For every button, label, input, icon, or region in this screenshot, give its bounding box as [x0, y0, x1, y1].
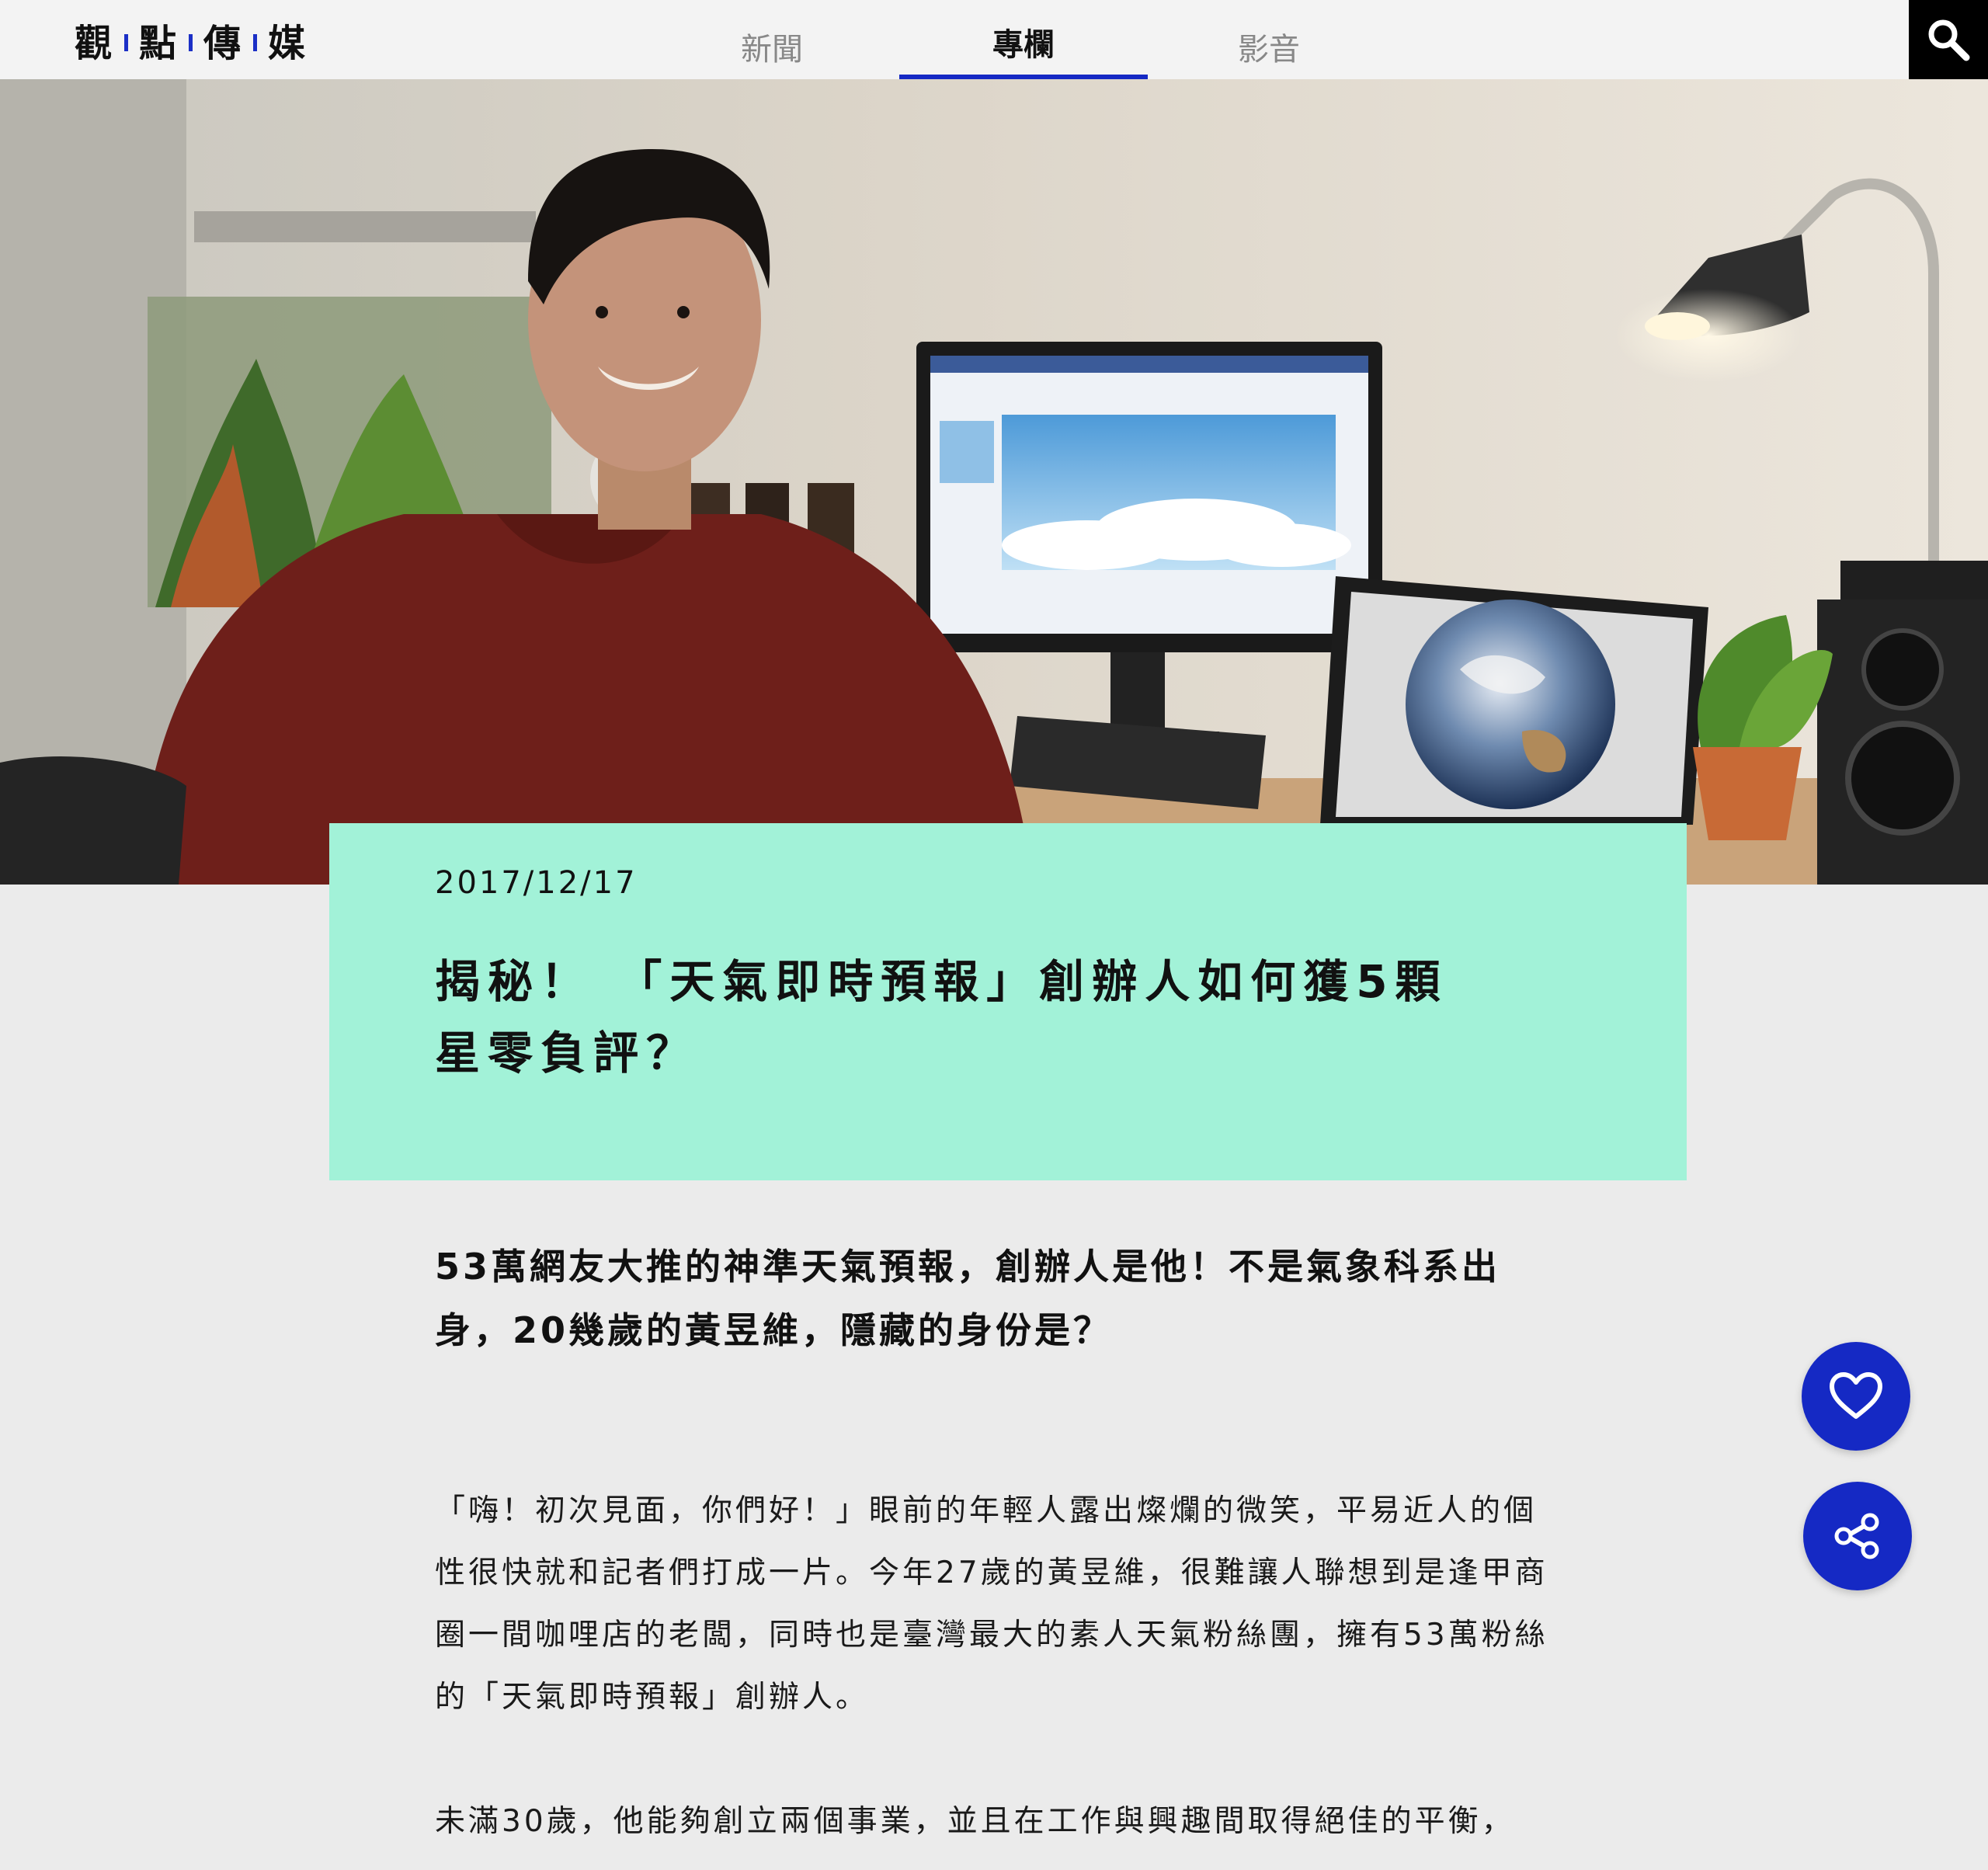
article-title-line: 揭秘！ 「天氣即時預報」創辦人如何獲5顆: [435, 955, 1448, 1008]
article-lede: 53萬網友大推的神準天氣預報，創辦人是他！不是氣象科系出身，20幾歲的黃昱維，隱…: [435, 1246, 1501, 1351]
tab-columns[interactable]: 專欄: [899, 0, 1148, 87]
article-paragraph: 未滿30歲，他能夠創立兩個事業，並且在工作與興趣間取得絕佳的平衡，: [435, 1804, 1515, 1839]
share-button[interactable]: [1803, 1482, 1912, 1590]
search-button[interactable]: [1909, 0, 1988, 79]
heart-icon: [1830, 1372, 1882, 1419]
content-fade: [0, 1845, 1988, 1870]
tab-label: 新聞: [741, 32, 803, 68]
tab-video[interactable]: 影音: [1145, 0, 1393, 87]
hero-illustration: [0, 79, 1988, 885]
hero-photo: [0, 79, 1988, 885]
publish-date: 2017/12/17: [435, 865, 638, 901]
article-title-line: 星零負評？: [435, 1027, 700, 1079]
tab-news[interactable]: 新聞: [648, 0, 896, 87]
article-paragraph: 「嗨！初次見面，你們好！」眼前的年輕人露出燦爛的微笑，平易近人的個性很快就和記者…: [435, 1493, 1548, 1715]
article-title: 揭秘！ 「天氣即時預報」創辦人如何獲5顆 星零負評？: [435, 946, 1491, 1089]
tab-label: 專欄: [992, 27, 1055, 63]
top-navigation-bar: 觀點傳媒 新聞 專欄 影音: [0, 0, 1988, 87]
like-button[interactable]: [1802, 1342, 1910, 1451]
share-icon: [1834, 1513, 1879, 1559]
article-title-card: 2017/12/17 揭秘！ 「天氣即時預報」創辦人如何獲5顆 星零負評？: [329, 823, 1687, 1180]
section-tabs: 新聞 專欄 影音: [0, 0, 1988, 87]
search-icon: [1928, 19, 1970, 61]
tab-label: 影音: [1238, 32, 1300, 68]
